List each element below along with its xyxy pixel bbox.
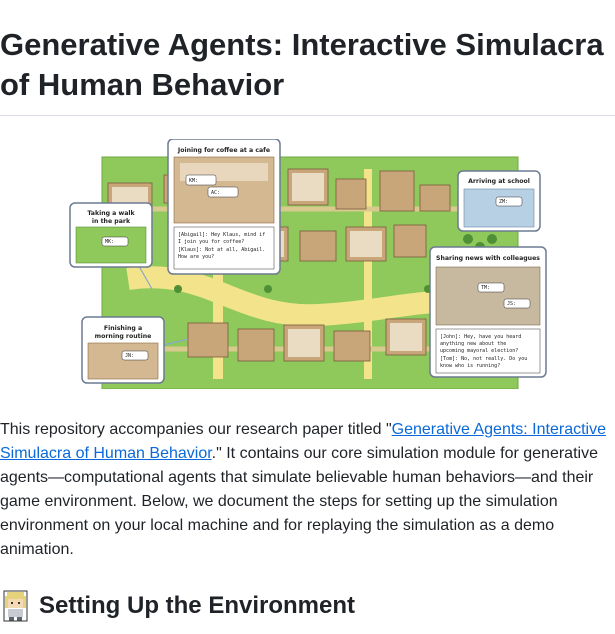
dialogue-tom-2: know who is running? — [440, 363, 500, 369]
agent-tag-tm: TM: — [481, 285, 490, 291]
agent-tag-jn: JN: — [125, 353, 134, 359]
callout-news-title: Sharing news with colleagues — [436, 255, 540, 262]
intro-paragraph: This repository accompanies our research… — [0, 418, 612, 562]
callout-news: Sharing news with colleagues TM: JS: [Jo… — [429, 246, 547, 378]
callout-coffee-title: Joining for coffee at a cafe — [177, 147, 270, 154]
section-setup: Setting Up the Environment — [0, 588, 615, 624]
dialogue-abigail-2: I join you for coffee? — [178, 239, 244, 245]
dialogue-john-2: anything new about the — [440, 341, 506, 347]
intro-text-before: This repository accompanies our research… — [0, 421, 392, 438]
callout-morning-title-2: morning routine — [95, 333, 152, 340]
dialogue-klaus-1: [Klaus]: Not at all, Abigail. — [178, 247, 265, 253]
dialogue-abigail-1: [Abigail]: Hey Klaus, mind if — [178, 232, 265, 238]
dialogue-john-1: [John]: Hey, have you heard — [440, 334, 521, 340]
page-title: Generative Agents: Interactive Simulacra… — [0, 27, 604, 102]
callout-walk: Taking a walk in the park MK: — [69, 202, 153, 268]
agent-tag-km: KM: — [189, 178, 198, 184]
dialogue-tom-1: [Tom]: No, not really. Do you — [440, 356, 527, 362]
callout-walk-title-2: in the park — [92, 218, 131, 225]
section-heading: Setting Up the Environment — [39, 592, 356, 619]
agent-tag-ac: AC: — [211, 190, 220, 196]
dialogue-klaus-2: How are you? — [178, 254, 214, 260]
callout-coffee: Joining for coffee at a cafe KM: AC: [Ab… — [167, 139, 281, 275]
simulation-hero-image: Joining for coffee at a cafe KM: AC: [Ab… — [69, 139, 547, 389]
agent-tag-js: JS: — [507, 301, 516, 307]
callout-morning-title-1: Finishing a — [104, 325, 142, 332]
callout-school-title: Arriving at school — [468, 178, 530, 185]
readme-page: Generative Agents: Interactive Simulacra… — [0, 0, 615, 634]
callout-school: Arriving at school ZM: — [457, 170, 541, 232]
agent-tag-zm: ZM: — [499, 199, 508, 205]
dialogue-john-3: upcoming mayoral election? — [440, 348, 518, 354]
callout-walk-title-1: Taking a walk — [87, 210, 135, 217]
callout-morning: Finishing a morning routine JN: — [81, 316, 165, 384]
agent-sprite-icon — [3, 590, 28, 621]
title-divider — [0, 115, 615, 116]
agent-tag-mk: MK: — [105, 239, 114, 245]
